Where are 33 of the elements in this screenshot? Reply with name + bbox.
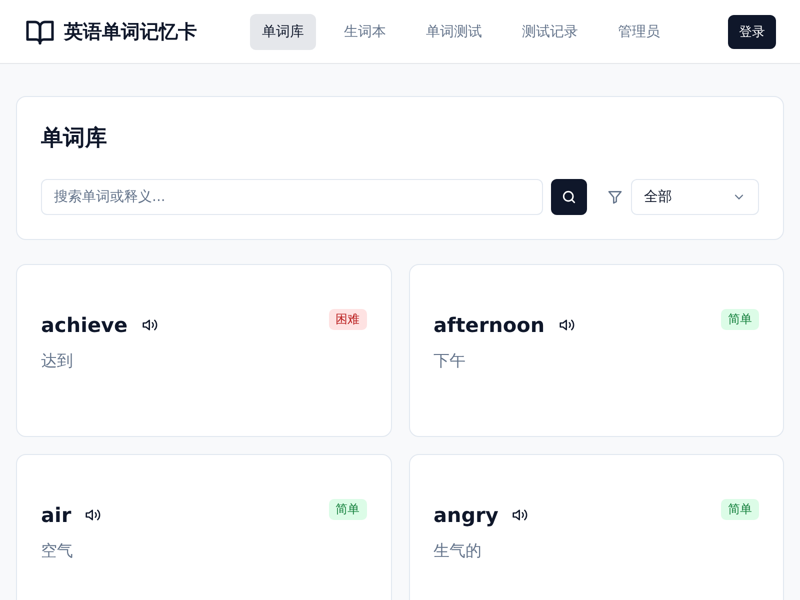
search-icon (561, 189, 577, 205)
word-card[interactable]: angry 简单 生气的 (408, 454, 784, 600)
word-meaning: 达到 (41, 351, 74, 372)
word-meaning: 下午 (434, 351, 466, 372)
speaker-icon[interactable] (558, 317, 575, 333)
difficulty-tag: 简单 (328, 499, 366, 520)
app-title: 英语单词记忆卡 (64, 20, 197, 44)
filter-icon (607, 189, 623, 205)
nav-tab[interactable]: 单词库 (250, 14, 316, 50)
word-card[interactable]: air 简单 空气 (16, 454, 392, 600)
difficulty-tag: 简单 (721, 499, 759, 520)
word-text: afternoon (434, 313, 545, 337)
difficulty-tag: 简单 (721, 309, 759, 330)
filter-dropdown[interactable]: 全部 (631, 179, 759, 215)
word-card[interactable]: achieve 困难 达到 (16, 264, 392, 437)
word-text: angry (434, 503, 498, 527)
nav-tab[interactable]: 测试记录 (510, 14, 590, 50)
word-meaning: 生气的 (434, 541, 482, 562)
word-meaning: 空气 (41, 541, 74, 562)
word-text: achieve (41, 313, 128, 337)
speaker-icon[interactable] (512, 507, 528, 523)
speaker-icon[interactable] (142, 317, 158, 333)
difficulty-tag: 困难 (328, 309, 366, 330)
search-field[interactable]: 搜索单词或释义... (41, 179, 543, 215)
nav-tab[interactable]: 管理员 (606, 14, 672, 50)
login-button[interactable]: 登录 (728, 14, 776, 48)
word-text: air (41, 503, 72, 527)
speaker-icon[interactable] (85, 507, 102, 523)
search-button[interactable] (551, 179, 587, 215)
nav-tab[interactable]: 单词测试 (414, 14, 494, 50)
nav-tab[interactable]: 生词本 (332, 14, 398, 50)
panel-title: 单词库 (41, 124, 108, 153)
word-card[interactable]: afternoon 简单 下午 (408, 264, 784, 437)
